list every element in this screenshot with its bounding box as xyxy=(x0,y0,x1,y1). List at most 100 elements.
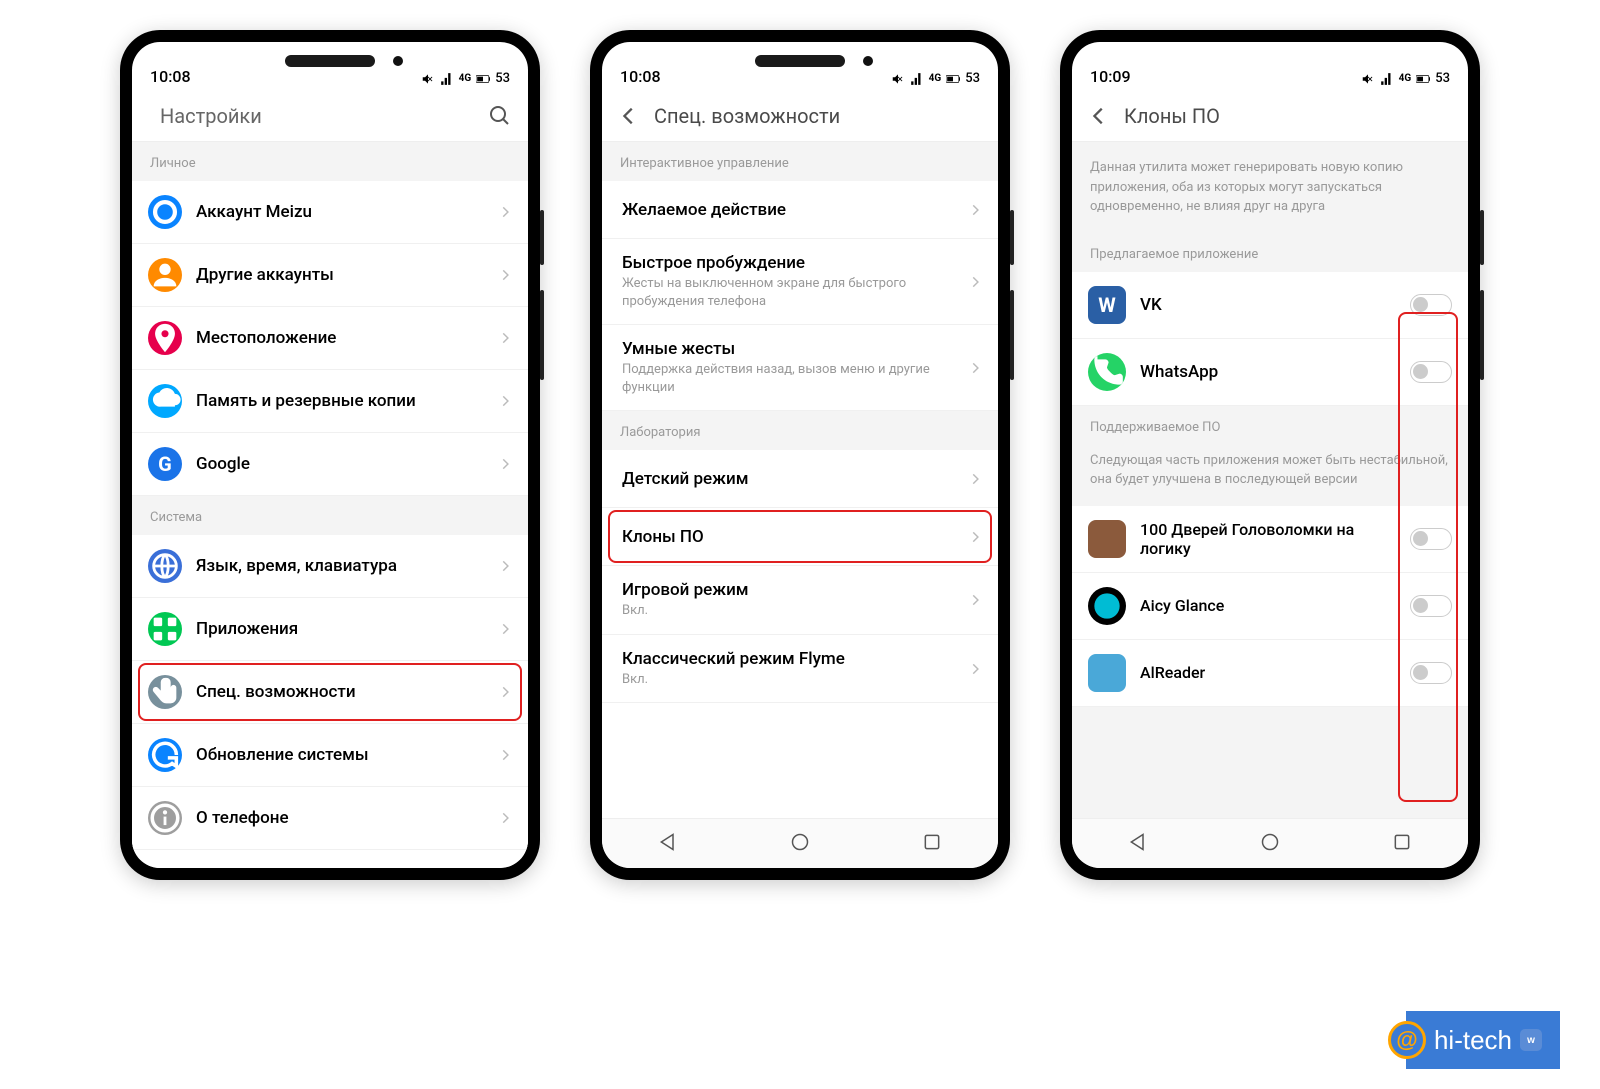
page-title: Спец. возможности xyxy=(654,104,982,128)
apps-icon xyxy=(148,612,182,646)
nav-back-icon[interactable] xyxy=(658,832,678,856)
battery-icon xyxy=(946,72,960,86)
header: Настройки xyxy=(132,90,528,142)
settings-item-0-2[interactable]: Местоположение xyxy=(132,307,528,370)
settings-item-0-0[interactable]: Аккаунт Meizu xyxy=(132,181,528,244)
toggle[interactable] xyxy=(1410,595,1452,617)
item-label: Классический режим Flyme xyxy=(622,649,954,669)
item-label: Клоны ПО xyxy=(622,527,954,547)
item-label: Аккаунт Meizu xyxy=(196,202,484,222)
battery-pct: 53 xyxy=(1435,71,1450,86)
app-icon xyxy=(1088,520,1126,558)
phone-app-clones: 10:09 4G 53 Клоны ПО Данная утилита може… xyxy=(1060,30,1480,880)
nav-bar xyxy=(602,818,998,868)
nav-home-icon[interactable] xyxy=(790,832,810,856)
item-label: Игровой режим xyxy=(622,580,954,600)
item-label: Приложения xyxy=(196,619,484,639)
header: Спец. возможности xyxy=(602,90,998,142)
settings-item-1-2[interactable]: Спец. возможности xyxy=(132,661,528,724)
settings-item-0-3[interactable]: Память и резервные копии xyxy=(132,370,528,433)
item-label: VK xyxy=(1140,295,1396,315)
app-icon xyxy=(1088,654,1126,692)
item-label: Обновление системы xyxy=(196,745,484,765)
nav-recent-icon[interactable] xyxy=(922,832,942,856)
settings-item-1-0[interactable]: Язык, время, клавиатура xyxy=(132,535,528,598)
vol-btn xyxy=(1480,210,1484,265)
pin-icon xyxy=(148,321,182,355)
status-time: 10:09 xyxy=(1090,67,1131,86)
signal-icon xyxy=(1380,72,1394,86)
nav-back-icon[interactable] xyxy=(1128,832,1148,856)
access-item-0-1[interactable]: Быстрое пробуждение Жесты на выключенном… xyxy=(602,239,998,325)
clone-item-1[interactable]: WhatsApp xyxy=(1072,339,1468,406)
access-item-1-2[interactable]: Игровой режим Вкл. xyxy=(602,566,998,635)
clone-sup-item-2[interactable]: AlReader xyxy=(1072,640,1468,707)
access-item-0-2[interactable]: Умные жесты Поддержка действия назад, вы… xyxy=(602,325,998,411)
item-label: Местоположение xyxy=(196,328,484,348)
toggle[interactable] xyxy=(1410,662,1452,684)
item-sublabel: Поддержка действия назад, вызов меню и д… xyxy=(622,361,954,396)
app-icon xyxy=(1088,587,1126,625)
settings-list[interactable]: Личное Аккаунт Meizu Другие аккаунты Мес… xyxy=(132,142,528,868)
signal-icon xyxy=(440,72,454,86)
back-button[interactable] xyxy=(618,105,640,127)
globe-icon xyxy=(148,549,182,583)
mute-icon xyxy=(1361,72,1375,86)
pwr-btn xyxy=(1480,290,1484,380)
app-icon: W xyxy=(1088,286,1126,324)
app-icon xyxy=(1088,353,1126,391)
section-header: Система xyxy=(132,496,528,535)
battery-pct: 53 xyxy=(495,71,510,86)
status-bar: 10:09 4G 53 xyxy=(1072,42,1468,90)
nav-recent-icon[interactable] xyxy=(1392,832,1412,856)
settings-item-1-1[interactable]: Приложения xyxy=(132,598,528,661)
watermark: @ hi-tech w xyxy=(1406,1011,1560,1069)
settings-item-0-4[interactable]: G Google xyxy=(132,433,528,496)
section-header: Поддерживаемое ПО xyxy=(1072,406,1468,445)
section-header: Предлагаемое приложение xyxy=(1072,233,1468,272)
item-label: WhatsApp xyxy=(1140,362,1396,382)
net-label: 4G xyxy=(459,73,472,84)
settings-item-1-3[interactable]: Обновление системы xyxy=(132,724,528,787)
clone-item-0[interactable]: W VK xyxy=(1072,272,1468,339)
settings-item-1-4[interactable]: О телефоне xyxy=(132,787,528,850)
battery-icon xyxy=(476,72,490,86)
item-label: Спец. возможности xyxy=(196,682,484,702)
access-item-1-3[interactable]: Классический режим Flyme Вкл. xyxy=(602,635,998,704)
net-label: 4G xyxy=(1399,73,1412,84)
access-item-0-0[interactable]: Желаемое действие xyxy=(602,181,998,239)
item-label: Aicy Glance xyxy=(1140,596,1396,615)
back-button[interactable] xyxy=(1088,105,1110,127)
item-label: Детский режим xyxy=(622,469,954,489)
clone-sup-item-1[interactable]: Aicy Glance xyxy=(1072,573,1468,640)
page-title: Клоны ПО xyxy=(1124,104,1452,128)
nav-home-icon[interactable] xyxy=(1260,832,1280,856)
pwr-btn xyxy=(540,290,544,380)
battery-icon xyxy=(1416,72,1430,86)
toggle[interactable] xyxy=(1410,294,1452,316)
item-sublabel: Жесты на выключенном экране для быстрого… xyxy=(622,275,954,310)
phone-settings: 10:08 4G 53 Настройки Личное Аккаунт Mei… xyxy=(120,30,540,880)
mute-icon xyxy=(891,72,905,86)
toggle[interactable] xyxy=(1410,361,1452,383)
item-label: О телефоне xyxy=(196,808,484,828)
access-item-1-1[interactable]: Клоны ПО xyxy=(602,508,998,566)
clone-sup-item-0[interactable]: 100 Дверей Головоломки на логику xyxy=(1072,506,1468,573)
header: Клоны ПО xyxy=(1072,90,1468,142)
section-header: Личное xyxy=(132,142,528,181)
cloud-icon xyxy=(148,384,182,418)
item-sublabel: Вкл. xyxy=(622,671,954,689)
net-label: 4G xyxy=(929,73,942,84)
info-icon xyxy=(148,801,182,835)
access-item-1-0[interactable]: Детский режим xyxy=(602,450,998,508)
item-label: Другие аккаунты xyxy=(196,265,484,285)
mute-icon xyxy=(421,72,435,86)
clones-list[interactable]: Данная утилита может генерировать новую … xyxy=(1072,142,1468,818)
settings-item-0-1[interactable]: Другие аккаунты xyxy=(132,244,528,307)
search-icon[interactable] xyxy=(488,104,512,128)
description: Данная утилита может генерировать новую … xyxy=(1072,142,1468,233)
accessibility-list[interactable]: Интерактивное управление Желаемое действ… xyxy=(602,142,998,818)
item-label: AlReader xyxy=(1140,663,1396,682)
toggle[interactable] xyxy=(1410,528,1452,550)
vol-btn xyxy=(1010,210,1014,265)
